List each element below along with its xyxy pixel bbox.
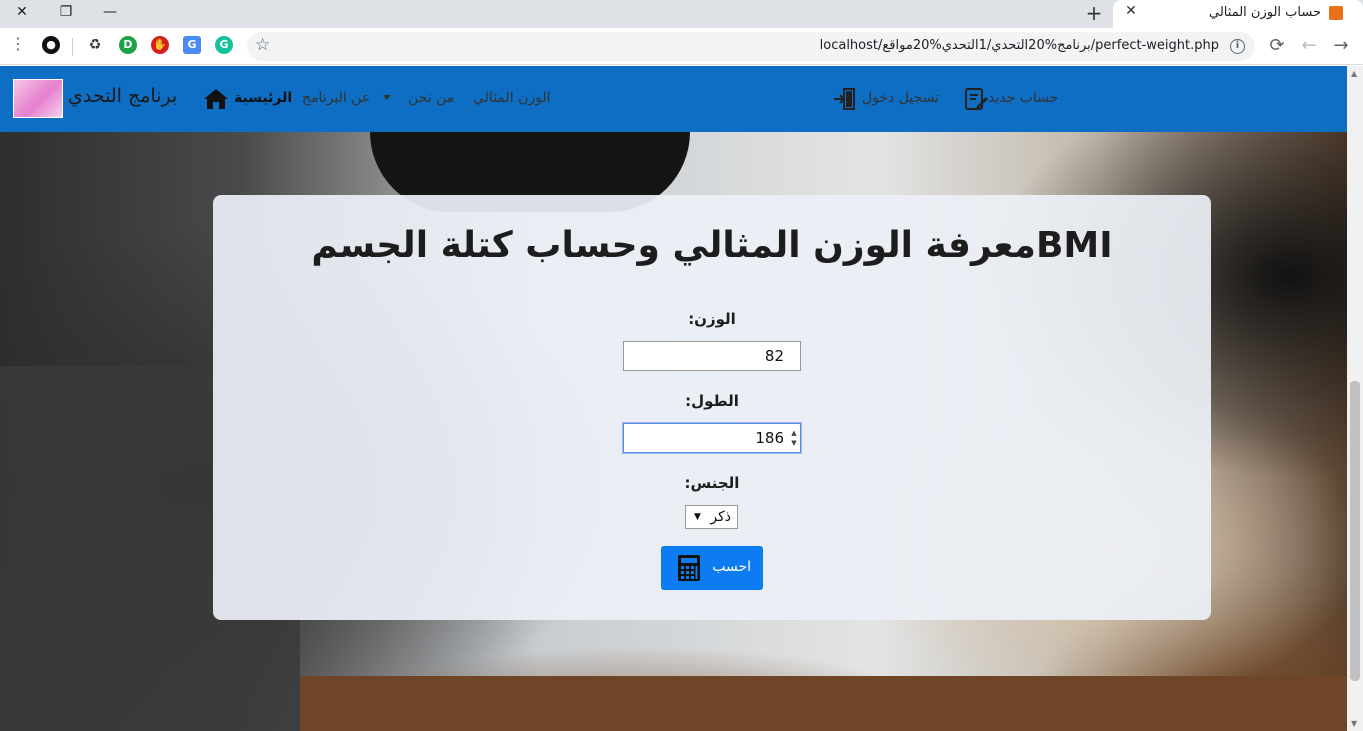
brand-name[interactable]: برنامج التحدي: [68, 85, 177, 107]
recycle-extension-icon[interactable]: ♻: [86, 36, 104, 54]
brand-logo[interactable]: [13, 79, 63, 118]
weight-label: الوزن:: [688, 310, 736, 328]
forward-arrow-icon[interactable]: ←: [1298, 35, 1320, 57]
background-photo-table: [300, 676, 1347, 731]
address-bar[interactable]: ☆ localhost/برنامج%20التحدي/1التحدي%20مو…: [247, 32, 1255, 61]
page-title: معرفة الوزن المثالي وحساب كتلة الجسمBMI: [311, 225, 1113, 266]
new-tab-icon[interactable]: +: [1083, 1, 1105, 25]
url-text: localhost/برنامج%20التحدي/1التحدي%20مواق…: [819, 38, 1219, 53]
page-scrollbar[interactable]: ▲ ▼: [1347, 66, 1363, 731]
browser-toolbar: ⋮ ● ♻ D ✋ G G ☆ localhost/برنامج%20التحد…: [0, 28, 1363, 65]
calculate-button-label: احسب: [712, 559, 751, 575]
window-minimize-icon[interactable]: —: [88, 0, 132, 26]
height-input[interactable]: 186 ▲ ▼: [623, 423, 801, 453]
nav-link-signup[interactable]: حساب جديد: [988, 90, 1058, 106]
gender-select[interactable]: ذكر ▼: [685, 505, 738, 529]
grammarly-extension-icon[interactable]: G: [215, 36, 233, 54]
tab-title: حساب الوزن المثالي: [1209, 5, 1321, 20]
toolbar-divider: [72, 38, 73, 56]
nav-link-about[interactable]: عن البرنامج: [302, 90, 370, 106]
nav-link-login[interactable]: تسجيل دخول: [862, 90, 939, 106]
gender-label: الجنس:: [684, 474, 740, 492]
browser-tab-strip: ✕ ❐ — + ✕ حساب الوزن المثالي: [0, 0, 1363, 28]
back-arrow-icon[interactable]: →: [1330, 35, 1352, 57]
window-restore-icon[interactable]: ❐: [44, 0, 88, 26]
select-arrow-icon: ▼: [694, 512, 701, 522]
adblock-extension-icon[interactable]: ✋: [151, 36, 169, 54]
dropdown-caret-icon[interactable]: [383, 95, 391, 100]
calculator-icon: [678, 555, 700, 581]
star-icon[interactable]: ☆: [255, 35, 270, 55]
scroll-up-icon[interactable]: ▲: [1351, 69, 1357, 78]
home-icon[interactable]: [202, 87, 230, 111]
browser-tab[interactable]: ✕ حساب الوزن المثالي: [1113, 0, 1363, 28]
bmi-form-card: معرفة الوزن المثالي وحساب كتلة الجسمBMI …: [213, 195, 1211, 620]
number-spinner-icon[interactable]: ▲ ▼: [790, 428, 798, 448]
extension-dark-icon[interactable]: ●: [42, 36, 60, 54]
weight-input[interactable]: 82: [623, 341, 801, 371]
window-close-icon[interactable]: ✕: [0, 0, 44, 26]
height-value: 186: [755, 429, 784, 447]
reload-icon[interactable]: ⟳: [1266, 35, 1288, 57]
nav-link-home[interactable]: الرئيسية: [234, 90, 292, 106]
calculate-button[interactable]: احسب: [661, 546, 763, 590]
tab-close-icon[interactable]: ✕: [1123, 3, 1139, 19]
nav-link-who[interactable]: من نحن: [408, 90, 454, 106]
menu-kebab-icon[interactable]: ⋮: [10, 34, 26, 53]
tab-favicon-icon: [1329, 6, 1343, 20]
scroll-down-icon[interactable]: ▼: [1351, 719, 1357, 728]
login-door-icon[interactable]: [832, 86, 858, 112]
signup-edit-icon[interactable]: [963, 86, 989, 112]
height-label: الطول:: [685, 392, 739, 410]
nav-link-ideal-weight[interactable]: الوزن المثالي: [473, 90, 551, 106]
info-icon[interactable]: i: [1230, 39, 1245, 54]
translate-extension-icon[interactable]: G: [183, 36, 201, 54]
gender-selected-value: ذكر: [710, 509, 731, 525]
scroll-thumb[interactable]: [1350, 381, 1360, 681]
green-extension-icon[interactable]: D: [119, 36, 137, 54]
site-navbar: برنامج التحدي الرئيسية عن البرنامج من نح…: [0, 66, 1347, 132]
